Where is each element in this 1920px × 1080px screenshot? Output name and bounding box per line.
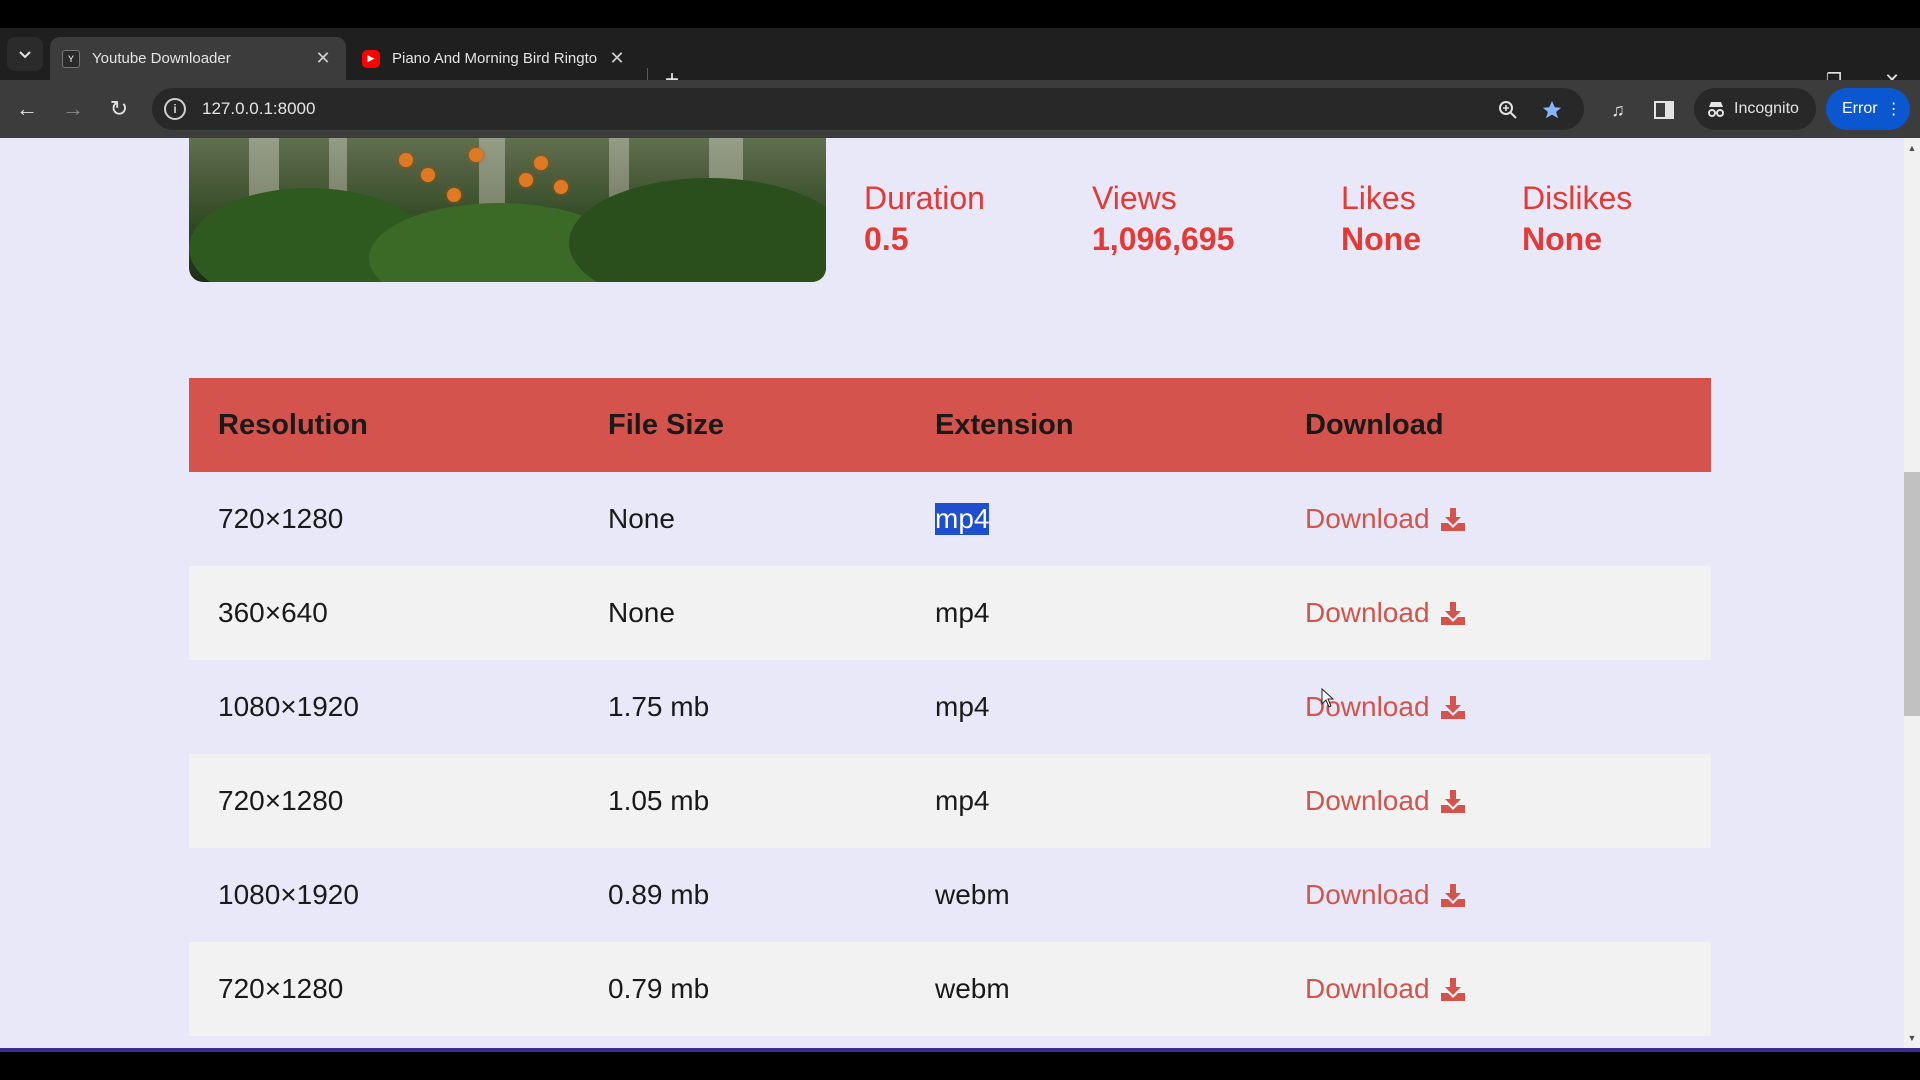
window-top-edge [0,0,1920,28]
close-tab-icon[interactable]: ✕ [312,48,334,69]
incognito-icon [1708,102,1724,117]
reload-button[interactable]: ↻ [104,94,134,124]
download-link[interactable]: Download [1305,785,1466,817]
cell-size: 1.05 mb [608,785,710,816]
download-link[interactable]: Download [1305,973,1466,1005]
download-label: Download [1305,597,1430,628]
tab-title: Youtube Downloader [92,50,231,67]
scrollbar-thumb[interactable] [1904,472,1920,716]
profile-error-button[interactable]: Error ⋮ [1826,88,1910,130]
download-link[interactable]: Download [1305,879,1466,911]
scroll-down-icon[interactable]: ▼ [1904,1030,1920,1046]
cell-extension: webm [935,973,1010,1004]
header-download: Download [1305,408,1444,441]
youtube-favicon: ▶ [362,49,380,68]
download-icon [1440,978,1465,1001]
mouse-cursor-icon [1321,688,1335,708]
tab-title: Piano And Morning Bird Ringto [392,50,598,67]
cell-resolution: 720×1280 [218,973,344,1004]
cell-resolution: 360×640 [218,597,328,628]
table-row: 720×1280 0.79 mb webm Download [189,942,1711,1036]
views-stat: Views 1,096,695 [1092,180,1234,258]
download-label: Download [1305,879,1430,910]
download-label: Download [1305,973,1430,1004]
close-tab-icon[interactable]: ✕ [606,48,628,69]
cell-extension: mp4 [935,691,990,722]
side-panel-icon [1654,101,1674,119]
cell-resolution: 720×1280 [218,503,344,534]
cell-size: None [608,503,675,534]
download-icon [1440,508,1465,531]
cell-size: 1.75 mb [608,691,710,722]
download-label: Download [1305,785,1430,816]
cell-size: 0.89 mb [608,879,710,910]
cell-size: None [608,597,675,628]
page-content: Duration 0.5 Views 1,096,695 Likes None … [0,138,1904,1048]
tab-strip: Y Youtube Downloader ✕ ▶ Piano And Morni… [0,28,1920,93]
cell-extension: webm [935,879,1010,910]
arrow-left-icon: ← [16,96,38,121]
tab-youtube-downloader[interactable]: Y Youtube Downloader ✕ [50,37,346,80]
incognito-label: Incognito [1734,100,1799,117]
reload-icon: ↻ [109,96,129,121]
chevron-down-icon [19,51,31,59]
cell-resolution: 720×1280 [218,785,344,816]
side-panel-button[interactable] [1650,96,1678,124]
download-icon [1440,790,1465,813]
more-vert-icon: ⋮ [1885,101,1902,118]
formats-table: Resolution File Size Extension Download … [189,378,1711,1036]
table-row: 360×640 None mp4 Download [189,566,1711,660]
dislikes-stat: Dislikes None [1522,180,1632,258]
browser-toolbar: ← → ↻ i 127.0.0.1:8000 ♫ Incognito Error… [0,80,1920,138]
tab-piano-bird[interactable]: ▶ Piano And Morning Bird Ringto ✕ [350,37,640,80]
back-button[interactable]: ← [12,94,42,124]
table-header: Resolution File Size Extension Download [189,378,1711,472]
forward-button[interactable]: → [58,94,88,124]
stat-value: None [1522,221,1602,257]
playlist-icon: ♫ [1611,99,1625,120]
download-icon [1440,696,1465,719]
url-text[interactable]: 127.0.0.1:8000 [202,99,315,119]
stat-value: 0.5 [864,221,909,257]
address-bar[interactable]: i 127.0.0.1:8000 [152,88,1584,130]
stat-value: None [1341,221,1421,257]
table-row: 720×1280 None mp4 Download [189,472,1711,566]
cell-size: 0.79 mb [608,973,710,1004]
error-label: Error [1842,100,1878,117]
stat-label: Dislikes [1522,180,1633,216]
stat-value: 1,096,695 [1092,221,1235,257]
download-link[interactable]: Download [1305,503,1466,535]
likes-stat: Likes None [1341,180,1421,258]
cell-resolution: 1080×1920 [218,879,359,910]
incognito-badge[interactable]: Incognito [1694,88,1816,130]
stat-label: Duration [864,180,985,216]
table-row: 1080×1920 0.89 mb webm Download [189,848,1711,942]
bookmark-star-icon[interactable] [1540,98,1564,122]
download-icon [1440,884,1465,907]
cell-extension: mp4 [935,597,990,628]
video-thumbnail [189,138,826,282]
scroll-up-icon[interactable]: ▲ [1904,140,1920,156]
stat-label: Likes [1341,180,1416,216]
download-link[interactable]: Download [1305,597,1466,629]
yt-downloader-favicon: Y [62,49,80,68]
arrow-right-icon: → [62,96,84,121]
table-row: 720×1280 1.05 mb mp4 Download [189,754,1711,848]
stat-label: Views [1092,180,1177,216]
zoom-icon[interactable] [1496,98,1520,122]
header-resolution: Resolution [218,408,368,441]
download-label: Download [1305,503,1430,534]
cell-extension: mp4 [935,785,990,816]
table-row: 1080×1920 1.75 mb mp4 Download [189,660,1711,754]
duration-stat: Duration 0.5 [864,180,985,258]
header-file-size: File Size [608,408,725,441]
site-info-icon[interactable]: i [164,98,186,120]
window-bottom-edge [0,1052,1920,1080]
cell-extension: mp4 [935,503,990,535]
tab-search-button[interactable] [7,37,43,71]
cell-resolution: 1080×1920 [218,691,359,722]
download-icon [1440,602,1465,625]
media-controls-button[interactable]: ♫ [1604,96,1632,124]
header-extension: Extension [935,408,1074,441]
